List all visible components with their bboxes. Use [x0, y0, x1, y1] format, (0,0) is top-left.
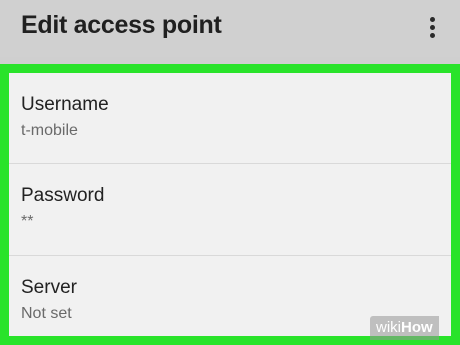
- setting-value: **: [21, 213, 34, 230]
- setting-username[interactable]: Username t-mobile: [9, 73, 451, 163]
- setting-label: Server: [21, 277, 77, 298]
- screen: Edit access point Username t-mobile Pass…: [0, 0, 460, 345]
- watermark-part: How: [401, 319, 433, 336]
- settings-list: Username t-mobile Password ** Server Not…: [9, 73, 451, 336]
- menu-dot: [429, 32, 435, 38]
- setting-value: t-mobile: [21, 122, 78, 139]
- menu-dot: [429, 16, 435, 22]
- app-bar: Edit access point: [0, 0, 460, 57]
- setting-password[interactable]: Password **: [9, 164, 451, 254]
- setting-label: Username: [21, 94, 109, 115]
- more-vert-icon[interactable]: [420, 12, 444, 42]
- setting-label: Password: [21, 185, 105, 206]
- page-title: Edit access point: [21, 11, 222, 39]
- wikihow-watermark: wikiHow: [370, 316, 439, 340]
- watermark-part: wiki: [376, 319, 401, 336]
- setting-value: Not set: [21, 305, 72, 322]
- menu-dot: [429, 24, 435, 30]
